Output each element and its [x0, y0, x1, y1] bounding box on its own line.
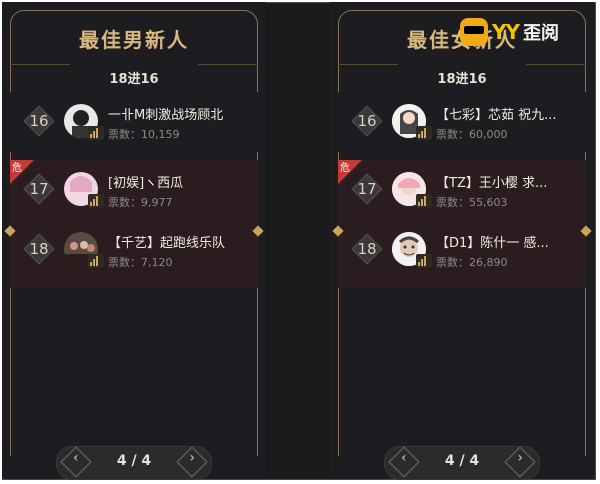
- rank-badge: 17: [24, 174, 54, 204]
- rank-badge: 16: [352, 106, 382, 136]
- nominee-name: [初娱]ヽ西瓜: [108, 176, 184, 191]
- chevron-right-icon: ›: [189, 450, 195, 466]
- vote-count: 票数：7,120: [108, 256, 173, 269]
- nominee-name: 【千艺】起跑线乐队: [108, 236, 226, 251]
- chevron-right-icon: ›: [517, 450, 523, 466]
- watermark-sub: 歪阅: [522, 23, 559, 44]
- stats-icon: [416, 254, 432, 268]
- pagination: ‹ 4 / 4 ›: [56, 446, 212, 480]
- ranking-row[interactable]: 18 【D1】陈什一 感... 票数：26,890: [338, 220, 586, 288]
- ranking-row[interactable]: 危 17 【TZ】王小樱 求... 票数：55,603: [338, 160, 586, 220]
- rank-badge: 17: [352, 174, 382, 204]
- danger-label: 危: [340, 163, 350, 174]
- round-label: 18进16: [437, 72, 487, 87]
- nominee-name: 【七彩】芯茹 祝九...: [436, 108, 557, 123]
- ranking-row[interactable]: 18 【千艺】起跑线乐队 票数：7,120: [10, 220, 258, 288]
- pagination: ‹ 4 / 4 ›: [384, 446, 540, 480]
- stats-icon: [416, 126, 432, 140]
- separator: [338, 64, 398, 65]
- separator: [526, 64, 586, 65]
- mascot-icon: [460, 18, 488, 46]
- stats-icon: [416, 194, 432, 208]
- separator: [198, 64, 258, 65]
- nominee-name: 一卝M刺激战场顾北: [108, 108, 224, 123]
- nominee-name: 【TZ】王小樱 求...: [436, 176, 548, 191]
- separator: [10, 64, 70, 65]
- watermark-brand: YY: [492, 20, 520, 44]
- rank-badge: 18: [24, 234, 54, 264]
- watermark-logo: YY 歪阅: [460, 18, 559, 46]
- ranking-row[interactable]: 16 一卝M刺激战场顾北 票数：10,159: [10, 92, 258, 152]
- vote-count: 票数：55,603: [436, 196, 508, 209]
- panel-title: 最佳男新人: [79, 28, 189, 52]
- stats-icon: [88, 254, 104, 268]
- danger-label: 危: [12, 163, 22, 174]
- round-label: 18进16: [109, 72, 159, 87]
- vote-count: 票数：9,977: [108, 196, 173, 209]
- ranking-panel-female: 最佳女新人 18进16 16 【七彩】芯茹 祝九... 票数：60,000 危 …: [330, 2, 594, 480]
- ranking-panel-male: 最佳男新人 18进16 16 一卝M刺激战场顾北 票数：10,159 危 17 …: [2, 2, 266, 480]
- vote-count: 票数：10,159: [108, 128, 180, 141]
- stats-icon: [88, 126, 104, 140]
- rank-badge: 16: [24, 106, 54, 136]
- nominee-name: 【D1】陈什一 感...: [436, 236, 549, 251]
- ranking-row[interactable]: 危 17 [初娱]ヽ西瓜 票数：9,977: [10, 160, 258, 220]
- ranking-row[interactable]: 16 【七彩】芯茹 祝九... 票数：60,000: [338, 92, 586, 152]
- vote-count: 票数：60,000: [436, 128, 508, 141]
- rank-badge: 18: [352, 234, 382, 264]
- vote-count: 票数：26,890: [436, 256, 508, 269]
- stats-icon: [88, 194, 104, 208]
